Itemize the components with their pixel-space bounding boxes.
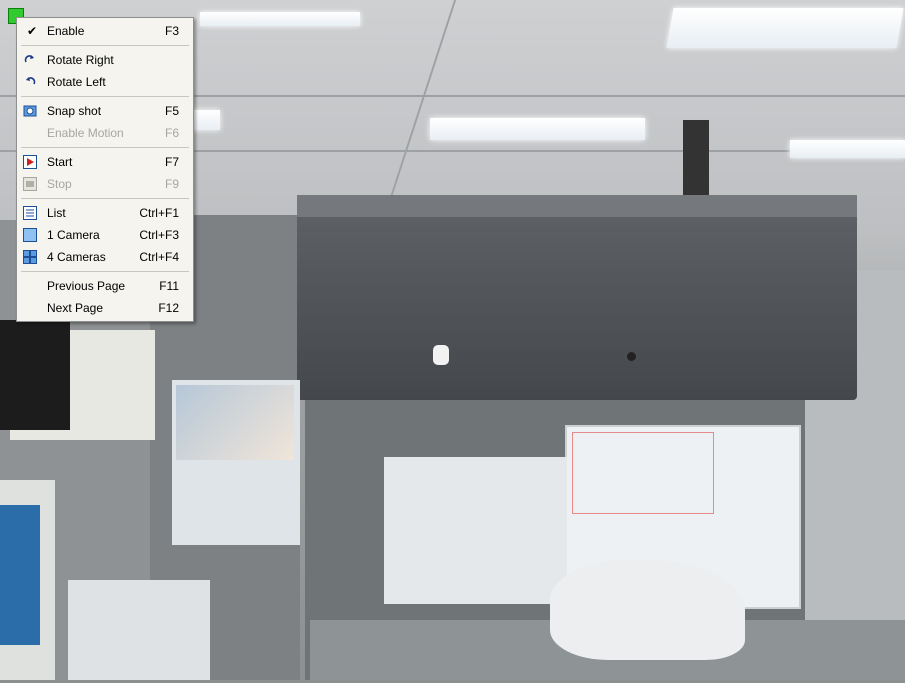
- menu-item-label: Start: [47, 155, 73, 169]
- plastic-bag: [550, 560, 745, 660]
- ceiling-light: [200, 12, 360, 26]
- dark-object: [0, 320, 70, 430]
- stop-icon: [23, 177, 37, 191]
- cabinet-handle: [433, 345, 449, 365]
- menu-separator: [21, 271, 189, 272]
- menu-item-shortcut: Ctrl+F3: [139, 228, 179, 242]
- calendar-picture: [176, 385, 294, 460]
- rotate-left-icon: [26, 77, 36, 85]
- menu-item-label: 4 Cameras: [47, 250, 106, 264]
- menu-item-label: Enable Motion: [47, 126, 124, 140]
- menu-item-shortcut: F5: [164, 104, 179, 118]
- menu-item-shortcut: F7: [164, 155, 179, 169]
- menu-item-rotate-left[interactable]: Rotate Left: [17, 71, 193, 93]
- menu-item-label: Previous Page: [47, 279, 126, 293]
- menu-item-shortcut: F12: [158, 301, 179, 315]
- menu-item-label: Next Page: [47, 301, 104, 315]
- menu-item-enable-motion[interactable]: Enable Motion F6: [17, 122, 193, 144]
- menu-item-start[interactable]: Start F7: [17, 151, 193, 173]
- cabinet-lock: [627, 352, 636, 361]
- menu-item-snapshot[interactable]: Snap shot F5: [17, 100, 193, 122]
- menu-item-label: 1 Camera: [47, 228, 100, 242]
- menu-item-shortcut: F9: [164, 177, 179, 191]
- menu-item-label: Rotate Left: [47, 75, 106, 89]
- camera-icon: [23, 105, 37, 117]
- menu-item-previous-page[interactable]: Previous Page F11: [17, 275, 193, 297]
- menu-item-4-cameras[interactable]: 4 Cameras Ctrl+F4: [17, 246, 193, 268]
- menu-item-1-camera[interactable]: 1 Camera Ctrl+F3: [17, 224, 193, 246]
- play-icon: [23, 155, 37, 169]
- menu-separator: [21, 45, 189, 46]
- menu-item-label: Enable: [47, 24, 85, 38]
- menu-item-next-page[interactable]: Next Page F12: [17, 297, 193, 319]
- rotate-right-icon: [24, 55, 34, 63]
- support-pole: [683, 120, 709, 200]
- monitor-screen: [0, 505, 40, 645]
- menu-item-list[interactable]: List Ctrl+F1: [17, 202, 193, 224]
- menu-separator: [21, 96, 189, 97]
- menu-item-shortcut: F6: [164, 126, 179, 140]
- menu-separator: [21, 147, 189, 148]
- checkmark-icon: ✔: [27, 24, 38, 38]
- menu-item-label: Stop: [47, 177, 72, 191]
- single-view-icon: [23, 228, 37, 242]
- ceiling-light: [190, 110, 220, 130]
- menu-separator: [21, 198, 189, 199]
- menu-item-rotate-right[interactable]: Rotate Right: [17, 49, 193, 71]
- menu-item-shortcut: Ctrl+F1: [139, 206, 179, 220]
- menu-item-shortcut: F3: [164, 24, 179, 38]
- ceiling-light: [666, 8, 904, 48]
- ceiling-light: [790, 140, 905, 158]
- menu-item-label: Rotate Right: [47, 53, 114, 67]
- ceiling-light: [430, 118, 645, 140]
- menu-item-shortcut: F11: [159, 279, 179, 293]
- menu-item-label: Snap shot: [47, 104, 102, 118]
- menu-item-shortcut: Ctrl+F4: [139, 250, 179, 264]
- menu-item-label: List: [47, 206, 66, 220]
- list-icon: [23, 206, 37, 220]
- menu-item-enable[interactable]: ✔ Enable F3: [17, 20, 193, 42]
- overhead-cabinet: [297, 195, 857, 400]
- product-box: [68, 580, 210, 680]
- menu-item-stop[interactable]: Stop F9: [17, 173, 193, 195]
- camera-context-menu: ✔ Enable F3 Rotate Right Rotate Left Sna…: [16, 17, 194, 322]
- cabinet-top: [297, 195, 857, 217]
- whiteboard-writing: [572, 432, 714, 514]
- quad-view-icon: [23, 250, 37, 264]
- pinned-document: [384, 457, 567, 604]
